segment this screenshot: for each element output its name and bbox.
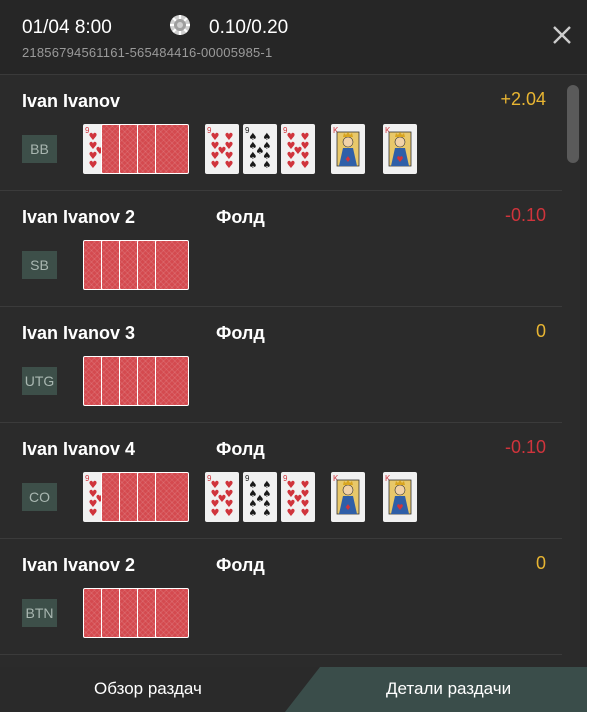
svg-text:♠: ♠ [263, 160, 272, 171]
face-card: K ♥ [383, 472, 417, 522]
player-result: -0.10 [504, 437, 546, 457]
player-row: Ivan Ivanov 2 Фолд 0 BTN [0, 539, 562, 655]
player-name: Ivan Ivanov 4 [22, 439, 136, 459]
player-result: 0 [535, 321, 546, 341]
svg-text:♥: ♥ [396, 503, 403, 512]
face-card: 9 ♠ ♠ ♠ ♠ ♠ ♠ ♠ ♠ ♠ [243, 472, 277, 522]
player-name: Ivan Ivanov 2 [22, 207, 136, 227]
face-card: 9 ♥ ♥ ♥ ♥ ♥ ♥ ♥ ♥ ♥ [281, 472, 315, 522]
svg-text:♥: ♥ [225, 160, 234, 171]
board-cards: 9 ♥ ♥ ♥ ♥ ♥ ♥ ♥ ♥ ♥ 9 ♠ ♠ ♠ ♠ ♠ ♠ ♠ ♠ ♠ 9 ♥ ♥ ♥ ♥ ♥ ♥ ♥ ♥ ♥ K ♦ K ♥ [205, 472, 425, 524]
hand-header: 01/04 8:00 0.10/0.20 21856794561161-5654… [0, 0, 587, 75]
player-row: Ivan Ivanov 4Фолд-0.10CO9♥♥♥♥♥♥♥♥♥9♥♥♥♥♥… [0, 423, 562, 539]
tab-details-label[interactable]: Детали раздачи [386, 679, 511, 699]
player-result: +2.04 [500, 89, 546, 109]
player-row: Ivan Ivanov+2.04BB9♥♥♥♥♥♥♥♥♥9♥♥♥♥♥♥♥♥♥9♠… [0, 75, 562, 191]
player-name: Ivan Ivanov 2 [22, 555, 136, 575]
svg-text:♠: ♠ [249, 508, 258, 519]
player-name: Ivan Ivanov [22, 91, 121, 111]
face-card: 9 ♥ ♥ ♥ ♥ ♥ ♥ ♥ ♥ ♥ [205, 124, 239, 174]
player-action: Фолд [216, 207, 265, 227]
face-card: 9 ♠ ♠ ♠ ♠ ♠ ♠ ♠ ♠ ♠ [243, 124, 277, 174]
card-back [155, 240, 189, 290]
face-card: 9 ♥ ♥ ♥ ♥ ♥ ♥ ♥ ♥ ♥ [205, 472, 239, 522]
position-badge: UTG [22, 367, 57, 395]
svg-text:♥: ♥ [211, 160, 220, 171]
tab-overview-label[interactable]: Обзор раздач [94, 679, 202, 699]
hand-history-panel: 01/04 8:00 0.10/0.20 21856794561161-5654… [0, 0, 587, 712]
card-back [155, 124, 189, 174]
face-card: K ♦ [331, 124, 365, 174]
svg-text:♦: ♦ [344, 155, 351, 164]
svg-text:♥: ♥ [89, 160, 98, 171]
stakes-label: 0.10/0.20 [209, 17, 289, 38]
position-badge: BTN [22, 599, 57, 627]
board-cards: 9 ♥ ♥ ♥ ♥ ♥ ♥ ♥ ♥ ♥ 9 ♠ ♠ ♠ ♠ ♠ ♠ ♠ ♠ ♠ 9 ♥ ♥ ♥ ♥ ♥ ♥ ♥ ♥ ♥ K ♦ K ♥ [205, 124, 425, 176]
card-back [155, 472, 189, 522]
card-back [155, 588, 189, 638]
hole-cards: 9♥♥♥♥♥♥♥♥♥ [83, 472, 191, 524]
close-icon [553, 26, 571, 44]
poker-chip-icon [169, 14, 191, 36]
player-result: -0.10 [504, 205, 546, 225]
scrollbar-thumb[interactable] [567, 85, 579, 163]
hole-cards: 9♥♥♥♥♥♥♥♥♥ [83, 124, 191, 176]
player-result: 0 [535, 553, 546, 573]
player-row: Ivan Ivanov 3 Фолд 0 UTG [0, 307, 562, 423]
svg-text:♥: ♥ [225, 508, 234, 519]
hand-id: 21856794561161-565484416-00005985-1 [22, 45, 273, 60]
svg-text:♥: ♥ [301, 160, 310, 171]
svg-text:♥: ♥ [396, 155, 403, 164]
svg-text:♠: ♠ [249, 160, 258, 171]
player-row: Ivan Ivanov 2 Фолд -0.10 SB [0, 191, 562, 307]
close-button[interactable] [549, 22, 575, 48]
player-list[interactable]: Ivan Ivanov+2.04BB9♥♥♥♥♥♥♥♥♥9♥♥♥♥♥♥♥♥♥9♠… [0, 75, 562, 667]
svg-text:♥: ♥ [211, 508, 220, 519]
hand-date: 01/04 8:00 [22, 17, 112, 38]
hole-cards [83, 588, 191, 640]
position-badge: CO [22, 483, 57, 511]
position-badge: SB [22, 251, 57, 279]
svg-text:♠: ♠ [263, 508, 272, 519]
player-action: Фолд [216, 555, 265, 575]
card-back [155, 356, 189, 406]
face-card: K ♥ [383, 124, 417, 174]
hole-cards [83, 356, 191, 408]
face-card: K ♦ [331, 472, 365, 522]
hole-cards [83, 240, 191, 292]
player-action: Фолд [216, 323, 265, 343]
svg-text:♥: ♥ [287, 160, 296, 171]
face-card: 9 ♥ ♥ ♥ ♥ ♥ ♥ ♥ ♥ ♥ [281, 124, 315, 174]
player-action: Фолд [216, 439, 265, 459]
svg-text:♦: ♦ [344, 503, 351, 512]
svg-text:♥: ♥ [301, 508, 310, 519]
scrollbar[interactable] [562, 75, 587, 667]
position-badge: BB [22, 135, 57, 163]
player-name: Ivan Ivanov 3 [22, 323, 136, 343]
bottom-tabs: Обзор раздач Детали раздачи [0, 667, 587, 712]
svg-text:♥: ♥ [89, 508, 98, 519]
svg-text:♥: ♥ [287, 508, 296, 519]
